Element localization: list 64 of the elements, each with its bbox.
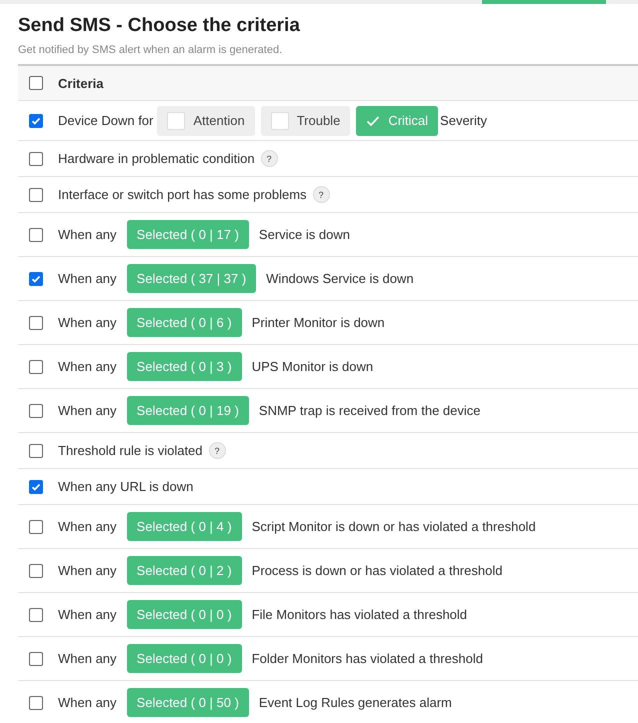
criteria-label: Threshold rule is violated: [58, 443, 203, 458]
criteria-label: When any: [58, 403, 117, 418]
criteria-label: File Monitors has violated a threshold: [252, 607, 468, 622]
criteria-label: Service is down: [258, 227, 350, 242]
checkbox[interactable]: [29, 152, 43, 166]
checkbox[interactable]: [29, 316, 43, 330]
checkbox[interactable]: [29, 444, 43, 458]
checkbox[interactable]: [29, 404, 43, 418]
criteria-label: Script Monitor is down or has violated a threshold: [252, 519, 536, 534]
checkbox[interactable]: [29, 652, 43, 666]
criteria-label: When any URL is down: [58, 479, 194, 494]
criteria-label: Device Down for: [58, 113, 154, 128]
page-title: Send SMS - Choose the criteria: [18, 14, 301, 38]
selected-button[interactable]: Selected ( 0 | 3 ): [126, 352, 242, 381]
criteria-label: When any: [58, 359, 117, 374]
criteria-label: Printer Monitor is down: [252, 315, 385, 330]
page-subtitle: Get notified by SMS alert when an alarm is generated.: [18, 43, 284, 57]
criteria-label: UPS Monitor is down: [252, 359, 374, 374]
severity-toggle[interactable]: Trouble: [260, 106, 350, 136]
checkbox[interactable]: [29, 272, 43, 286]
criteria-label: When any: [58, 563, 117, 578]
help-icon[interactable]: ?: [312, 186, 330, 203]
criteria-label: SNMP trap is received from the device: [258, 403, 480, 418]
criteria-label: Folder Monitors has violated a threshold: [252, 651, 483, 666]
criteria-label: Severity: [440, 113, 488, 128]
checkbox[interactable]: [29, 608, 43, 622]
criteria-label: When any: [58, 651, 117, 666]
checkbox[interactable]: [29, 228, 43, 242]
criteria-label: When any: [58, 607, 117, 622]
checkbox[interactable]: [29, 480, 43, 494]
criteria-label: Windows Service is down: [266, 271, 414, 286]
checkbox-icon: [270, 112, 289, 130]
help-icon[interactable]: ?: [260, 150, 278, 167]
criteria-label: When any: [58, 315, 117, 330]
selected-button[interactable]: Selected ( 37 | 37 ): [126, 264, 256, 293]
criteria-label: Process is down or has violated a threshold: [252, 563, 502, 578]
checkbox[interactable]: [29, 114, 43, 128]
check-icon: [366, 114, 380, 126]
checkbox[interactable]: [29, 520, 43, 534]
selected-button[interactable]: Selected ( 0 | 0 ): [126, 600, 242, 629]
selected-button[interactable]: Selected ( 0 | 2 ): [126, 556, 242, 585]
selected-button[interactable]: Selected ( 0 | 6 ): [126, 308, 242, 337]
severity-toggle[interactable]: Attention: [157, 106, 255, 136]
checkbox[interactable]: [29, 76, 43, 90]
selected-button[interactable]: Selected ( 0 | 50 ): [126, 688, 249, 717]
criteria-label: When any: [58, 519, 117, 534]
selected-button[interactable]: Selected ( 0 | 17 ): [126, 220, 249, 249]
checkbox[interactable]: [29, 188, 43, 202]
help-icon[interactable]: ?: [208, 442, 226, 459]
checkbox-icon: [167, 112, 186, 130]
severity-toggle[interactable]: Critical: [356, 106, 438, 136]
criteria-label: When any: [58, 271, 117, 286]
column-header: Criteria: [58, 76, 104, 90]
selected-button[interactable]: Selected ( 0 | 0 ): [126, 644, 242, 673]
criteria-label: When any: [58, 227, 117, 242]
selected-button[interactable]: Selected ( 0 | 19 ): [126, 396, 249, 425]
checkbox[interactable]: [29, 564, 43, 578]
checkbox[interactable]: [29, 696, 43, 710]
checkbox[interactable]: [29, 360, 43, 374]
criteria-label: Interface or switch port has some problems: [58, 187, 307, 202]
criteria-label: Hardware in problematic condition: [58, 151, 255, 166]
selected-button[interactable]: Selected ( 0 | 4 ): [126, 512, 242, 541]
criteria-label: Event Log Rules generates alarm: [258, 695, 452, 710]
criteria-label: When any: [58, 695, 117, 710]
